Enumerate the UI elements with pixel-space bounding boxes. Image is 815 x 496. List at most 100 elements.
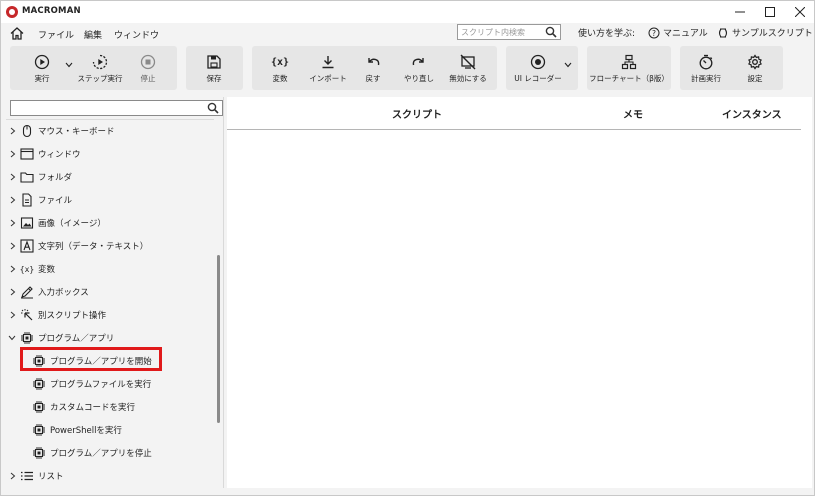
tree-item-folder[interactable]: フォルダ <box>6 167 214 187</box>
tree-item-run-powershell[interactable]: PowerShellを実行 <box>6 420 214 440</box>
variable-button[interactable]: {x} 変数 <box>264 49 296 89</box>
tree-search-input[interactable] <box>11 101 201 115</box>
tree-item-file[interactable]: ファイル <box>6 190 214 210</box>
tree-item-list[interactable]: リスト <box>6 466 214 486</box>
tree-scrollbar[interactable] <box>217 255 220 423</box>
maximize-icon <box>765 7 775 17</box>
panel-divider[interactable] <box>223 97 224 488</box>
chevron-right-icon[interactable] <box>9 149 17 159</box>
app-logo-icon <box>6 6 18 18</box>
run-group: 実行 ステップ実行 停止 <box>10 46 177 90</box>
step-run-icon <box>92 54 108 70</box>
chevron-right-icon[interactable] <box>9 241 17 251</box>
menu-window[interactable]: ウィンドウ <box>114 28 159 41</box>
chevron-right-icon[interactable] <box>9 287 17 297</box>
folder-icon <box>20 170 34 184</box>
script-search-box <box>457 24 561 40</box>
tree-item-mouse-keyboard[interactable]: マウス・キーボード <box>6 121 214 141</box>
ui-recorder-button[interactable]: UI レコーダー <box>512 49 564 89</box>
variable-icon: {x} <box>270 56 290 68</box>
schedule-timer-icon <box>698 54 714 70</box>
chevron-right-icon[interactable] <box>9 195 17 205</box>
gear-icon <box>747 54 763 70</box>
action-tree: マウス・キーボード ウィンドウ フォルダ ファイル 画像（イメージ） 文字列（デ… <box>6 119 214 487</box>
script-table-panel: スクリプト メモ インスタンス <box>227 97 812 488</box>
window-icon <box>20 147 34 161</box>
flowchart-button[interactable]: フローチャート（β版） <box>589 49 669 89</box>
chip-icon <box>20 331 34 345</box>
tree-item-window[interactable]: ウィンドウ <box>6 144 214 164</box>
chip-icon <box>32 400 46 414</box>
search-icon[interactable] <box>207 102 219 114</box>
manual-link[interactable]: ? マニュアル <box>648 26 708 39</box>
tree-item-image[interactable]: 画像（イメージ） <box>6 213 214 233</box>
sample-scripts-label: サンプルスクリプト <box>732 29 813 39</box>
redo-icon <box>411 54 427 70</box>
stop-button[interactable]: 停止 <box>132 49 164 89</box>
chevron-right-icon[interactable] <box>9 471 17 481</box>
tree-item-input-box[interactable]: 入力ボックス <box>6 282 214 302</box>
minimize-icon <box>735 11 745 13</box>
recorder-group: UI レコーダー <box>506 46 578 90</box>
redo-button[interactable]: やり直し <box>401 49 437 89</box>
action-tree-panel: マウス・キーボード ウィンドウ フォルダ ファイル 画像（イメージ） 文字列（デ… <box>6 97 224 488</box>
app-window: MACROMAN ファイル 編集 ウィンドウ 使い方を学ぶ: ? マニュアル サ… <box>0 0 815 496</box>
list-icon <box>20 469 34 483</box>
how-to-label: 使い方を学ぶ: <box>578 29 636 39</box>
column-header-memo[interactable]: メモ <box>623 106 643 121</box>
settings-button[interactable]: 設定 <box>740 49 770 89</box>
schedule-group: 計画実行 設定 <box>680 46 783 90</box>
maximize-button[interactable] <box>756 1 784 23</box>
menu-edit[interactable]: 編集 <box>84 28 102 41</box>
save-icon <box>206 54 222 70</box>
recorder-dropdown-chevron-icon[interactable] <box>563 60 573 70</box>
save-group: 保存 <box>186 46 243 90</box>
script-op-icon <box>20 308 34 322</box>
tree-item-stop-program[interactable]: プログラム／アプリを停止 <box>6 443 214 463</box>
tree-item-script-operation[interactable]: 別スクリプト操作 <box>6 305 214 325</box>
file-icon <box>20 193 34 207</box>
minimize-button[interactable] <box>726 1 754 23</box>
column-header-script[interactable]: スクリプト <box>392 106 442 121</box>
stop-circle-icon <box>140 54 156 70</box>
play-circle-icon <box>34 54 50 70</box>
menu-file[interactable]: ファイル <box>38 28 74 41</box>
tree-item-text[interactable]: 文字列（データ・テキスト） <box>6 236 214 256</box>
flowchart-icon <box>621 54 637 70</box>
toolbar: 実行 ステップ実行 停止 保存 {x} 変数 インポート 戻す やり直し 無効に… <box>1 43 814 93</box>
undo-button[interactable]: 戻す <box>358 49 388 89</box>
import-button[interactable]: インポート <box>308 49 348 89</box>
run-button[interactable]: 実行 <box>26 49 58 89</box>
chevron-right-icon[interactable] <box>9 172 17 182</box>
search-icon[interactable] <box>545 26 557 38</box>
svg-text:?: ? <box>652 28 656 37</box>
tree-item-run-custom-code[interactable]: カスタムコードを実行 <box>6 397 214 417</box>
script-search-input[interactable] <box>458 25 542 39</box>
schedule-button[interactable]: 計画実行 <box>688 49 724 89</box>
input-box-icon <box>20 285 34 299</box>
save-button[interactable]: 保存 <box>198 49 230 89</box>
chevron-right-icon[interactable] <box>9 310 17 320</box>
sample-scripts-link[interactable]: サンプルスクリプト <box>717 26 813 39</box>
close-icon <box>795 7 805 17</box>
disable-button[interactable]: 無効にする <box>447 49 489 89</box>
tree-item-program-app[interactable]: プログラム／アプリ <box>6 328 214 348</box>
home-icon[interactable] <box>10 27 24 40</box>
chevron-right-icon[interactable] <box>9 218 17 228</box>
variable-icon: {x} <box>19 264 35 274</box>
tree-item-run-program-file[interactable]: プログラムファイルを実行 <box>6 374 214 394</box>
manual-label: マニュアル <box>663 29 708 39</box>
step-run-button[interactable]: ステップ実行 <box>76 49 124 89</box>
column-header-instance[interactable]: インスタンス <box>722 106 782 121</box>
record-icon <box>530 54 546 70</box>
title-bar: MACROMAN <box>1 1 814 23</box>
chip-icon <box>32 377 46 391</box>
tree-item-variable[interactable]: {x} 変数 <box>6 259 214 279</box>
chevron-right-icon[interactable] <box>9 264 17 274</box>
text-icon <box>20 239 34 253</box>
chip-icon <box>32 446 46 460</box>
run-dropdown-chevron-icon[interactable] <box>64 60 74 70</box>
chevron-right-icon[interactable] <box>9 126 17 136</box>
close-button[interactable] <box>786 1 814 23</box>
chevron-down-icon[interactable] <box>8 333 16 343</box>
